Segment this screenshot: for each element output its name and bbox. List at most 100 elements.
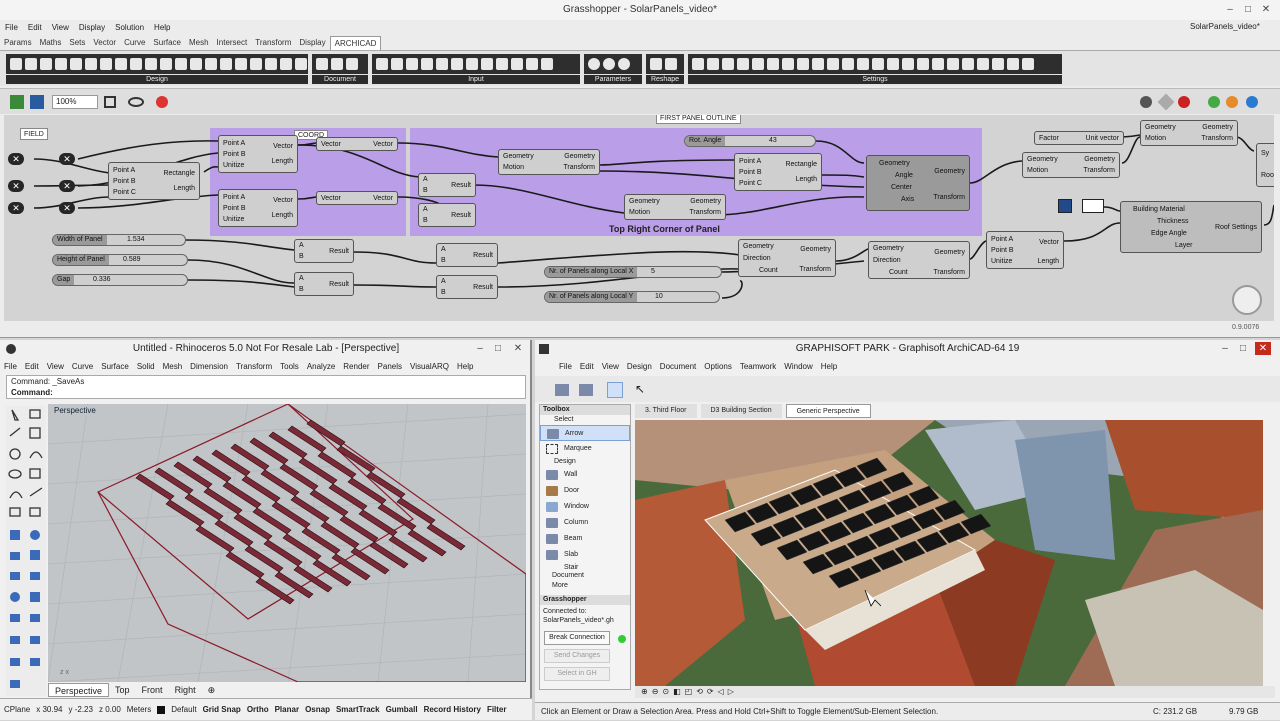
tab-archicad[interactable]: ARCHICAD [329,36,382,50]
menu-solution[interactable]: Solution [110,20,149,35]
navigation-bar[interactable]: ⊕⊖⊙◧◰⟲⟳◁▷ [635,686,1275,698]
zoom-select[interactable]: 100% [52,95,98,109]
point-param[interactable]: ✕ [8,202,24,214]
width-of-panel-slider[interactable]: Width of Panel 1.534 [52,234,186,246]
toggle-smarttrack[interactable]: SmartTrack [336,705,380,714]
tab-third-floor[interactable]: 3. Third Floor [635,404,697,418]
gap-slider[interactable]: Gap 0.336 [52,274,188,286]
menu-visualarq[interactable]: VisualARQ [406,360,453,374]
menu-file[interactable]: File [0,360,21,374]
building-scene[interactable] [635,420,1263,686]
menu-options[interactable]: Options [700,360,736,374]
tab-transform[interactable]: Transform [251,36,295,50]
menu-panels[interactable]: Panels [374,360,406,374]
break-connection-button[interactable]: Break Connection [544,631,610,645]
menu-tools[interactable]: Tools [276,360,303,374]
save-icon[interactable] [30,95,44,109]
toolbar-icon[interactable] [555,384,569,396]
close-button[interactable]: ✕ [1255,342,1271,355]
toggle-ortho[interactable]: Ortho [247,705,269,714]
toolbox-header[interactable]: Toolbox [540,405,630,415]
height-of-panel-slider[interactable]: Height of Panel 0.589 [52,254,188,266]
rot-angle-slider[interactable]: Rot. Angle 43 [684,135,816,147]
menu-view[interactable]: View [598,360,623,374]
addition-component[interactable]: A B Result [294,239,354,263]
minimize-button[interactable]: – [1217,342,1233,355]
command-prompt[interactable]: Command: [11,387,525,398]
display-mode-icon[interactable] [1157,93,1175,111]
tab-building-section[interactable]: D3 Building Section [700,404,782,418]
menu-render[interactable]: Render [339,360,373,374]
send-changes-button[interactable]: Send Changes [544,649,610,663]
close-button[interactable]: ✕ [510,342,526,355]
toggle-planar[interactable]: Planar [275,705,299,714]
perspective-viewport[interactable]: z x Perspective [48,404,526,682]
tab-vector[interactable]: Vector [89,36,120,50]
tab-top[interactable]: Top [109,683,136,697]
maximize-button[interactable]: □ [1240,3,1256,16]
tool-slab[interactable]: Slab [540,547,630,563]
menu-help[interactable]: Help [149,20,175,35]
menu-transform[interactable]: Transform [232,360,276,374]
gh-canvas[interactable]: FIELD FIRST PANEL OUTLINE Top Right Corn… [4,115,1274,321]
tab-sets[interactable]: Sets [65,36,89,50]
input-tools[interactable] [372,54,580,74]
material-picker-icon[interactable] [1058,199,1072,213]
3d-perspective-view[interactable] [635,420,1263,686]
tool-column[interactable]: Column [540,515,630,531]
move-component[interactable]: Geometry Motion Geometry Transform [1140,120,1238,146]
rectangle-component[interactable]: Point A Point B Point C Rectangle Length [734,153,822,191]
point-param[interactable]: ✕ [8,180,24,192]
menu-dimension[interactable]: Dimension [186,360,232,374]
vector-2pt-component[interactable]: Point A Point B Unitize Vector Length [986,231,1064,269]
move-component[interactable]: Geometry Motion Geometry Transform [1022,152,1120,178]
zoom-extents-icon[interactable] [104,96,116,108]
toggle-osnap[interactable]: Osnap [305,705,330,714]
reshape-tools[interactable] [646,54,684,74]
menu-design[interactable]: Design [623,360,656,374]
viewport-scene[interactable]: z x [48,404,526,682]
menu-help[interactable]: Help [453,360,477,374]
toolbar-icon[interactable] [607,382,623,398]
toggle-filter[interactable]: Filter [487,705,507,714]
move-component[interactable]: Geometry Motion Geometry Transform [498,149,600,175]
parameters-tools[interactable] [584,54,642,74]
command-area[interactable]: Command: _SaveAs Command: [6,375,526,399]
menu-solid[interactable]: Solid [133,360,159,374]
multiplication-component[interactable]: A B Result [436,243,498,267]
document-tools[interactable] [312,54,368,74]
tool-beam[interactable]: Beam [540,531,630,547]
bake-icon[interactable] [156,96,168,108]
tool-wall[interactable]: Wall [540,467,630,483]
multiplication-component[interactable]: A B Result [418,203,476,227]
arrow-tool-icon[interactable]: ↖ [635,382,645,396]
shaded-preview-icon[interactable] [1208,96,1220,108]
rectangle-component[interactable]: Point A Point B Point C Rectangle Length [108,162,200,200]
toolbar-icon[interactable] [579,384,593,396]
tool-window[interactable]: Window [540,499,630,515]
current-layer[interactable]: Default [171,705,196,714]
minimize-button[interactable]: – [1222,3,1238,16]
maximize-button[interactable]: □ [490,342,506,355]
multiplication-component[interactable]: A B Result [418,173,476,197]
linear-array-component[interactable]: Geometry Direction Count Geometry Transf… [738,239,836,277]
menu-window[interactable]: Window [780,360,816,374]
design-header[interactable]: Design [540,457,630,467]
tool-arrow[interactable]: Arrow [540,425,630,441]
menu-edit[interactable]: Edit [23,20,47,35]
tab-perspective[interactable]: Perspective [48,683,110,697]
maximize-button[interactable]: □ [1235,342,1251,355]
tab-curve[interactable]: Curve [120,36,149,50]
vector-2pt-component[interactable]: Point A Point B Unitize Vector Length [218,189,298,227]
tab-front[interactable]: Front [136,683,169,697]
document-item[interactable]: Document [540,571,630,581]
roof-settings-component[interactable]: Building Material Thickness Edge Angle L… [1120,201,1262,253]
layer-picker-icon[interactable] [1082,199,1104,213]
toggle-record-history[interactable]: Record History [424,705,481,714]
move-component[interactable]: Geometry Motion Geometry Transform [624,194,726,220]
unit-vector-component[interactable]: Factor Unit vector [1034,131,1124,145]
more-item[interactable]: More [540,581,630,591]
menu-document[interactable]: Document [656,360,700,374]
tool-stair[interactable]: Stair [540,563,630,571]
tab-params[interactable]: Params [0,36,36,50]
